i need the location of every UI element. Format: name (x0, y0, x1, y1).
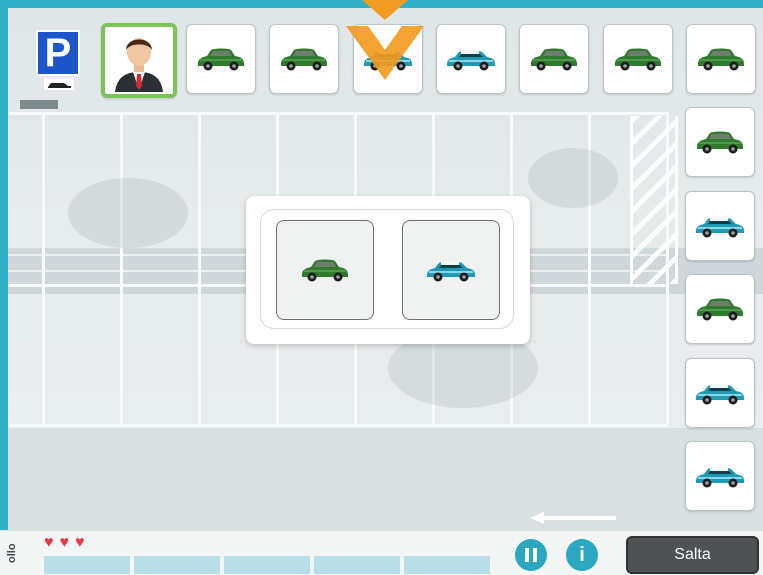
queue-car-card (603, 24, 673, 94)
progress-segment (44, 556, 130, 574)
progress-segment (404, 556, 490, 574)
pavement-stain (68, 178, 188, 248)
side-queue-car-card (685, 274, 755, 344)
side-queue-car-card (685, 191, 755, 261)
heart-icon: ♥ (59, 534, 70, 551)
parking-sign-letter: P (44, 31, 72, 75)
heart-icon: ♥ (44, 534, 54, 551)
parking-sign-icon: P (36, 30, 80, 76)
lot-line (8, 424, 668, 427)
green-car-icon (198, 48, 244, 71)
lot-line (8, 112, 668, 115)
side-queue-car-card (685, 107, 755, 177)
driving-lane (8, 428, 763, 530)
progress-bar (44, 556, 490, 574)
choice-panel (246, 196, 530, 344)
green-car-icon (302, 259, 348, 282)
pause-icon (525, 548, 537, 562)
chevron-down-icon (346, 0, 424, 80)
progress-segment (224, 556, 310, 574)
lane-arrow-icon (530, 512, 616, 524)
side-queue-car-card (685, 441, 755, 511)
hatched-area (630, 116, 678, 284)
green-car-icon (531, 48, 577, 71)
green-car-icon (698, 48, 744, 71)
progress-segment (134, 556, 220, 574)
side-queue-car-card (685, 358, 755, 428)
teal-car-icon (696, 467, 744, 488)
teal-car-icon (427, 261, 475, 282)
lives-indicator: ♥ ♥ ♥ (44, 535, 85, 551)
queue-car-card (269, 24, 339, 94)
businessman-avatar-icon (115, 37, 163, 92)
player-avatar-card[interactable] (101, 23, 177, 98)
progress-segment (314, 556, 400, 574)
green-car-icon (281, 48, 327, 71)
queue-car-card (186, 24, 256, 94)
info-button[interactable]: i (566, 539, 598, 571)
car-plate-icon (44, 78, 74, 90)
info-icon: i (579, 543, 585, 566)
stall-line (120, 112, 123, 424)
pavement-stain (528, 148, 618, 208)
pause-button[interactable] (515, 539, 547, 571)
queue-car-card (519, 24, 589, 94)
teal-car-icon (447, 50, 495, 71)
sign-post (20, 100, 58, 109)
queue-car-card (686, 24, 756, 94)
teal-car-icon (696, 217, 744, 238)
skip-button-label: Salta (674, 546, 711, 563)
side-label: ollo (6, 543, 18, 563)
green-car-icon (697, 298, 743, 321)
heart-icon: ♥ (75, 534, 85, 551)
green-car-icon (615, 48, 661, 71)
choice-teal-car-button[interactable] (402, 220, 500, 320)
green-car-icon (697, 131, 743, 154)
stall-line (198, 112, 201, 424)
queue-car-card (436, 24, 506, 94)
choice-green-car-button[interactable] (276, 220, 374, 320)
teal-car-icon (696, 384, 744, 405)
skip-button[interactable]: Salta (626, 536, 759, 574)
stall-line (42, 112, 45, 424)
